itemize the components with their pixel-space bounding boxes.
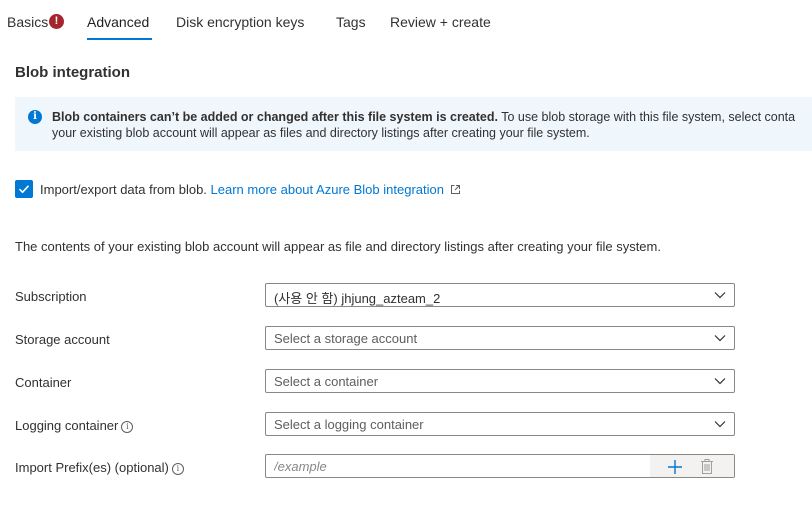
learn-more-link[interactable]: Learn more about Azure Blob integration — [211, 182, 444, 197]
import-prefix-label-text: Import Prefix(es) (optional) — [15, 460, 169, 475]
info-icon[interactable]: i — [121, 421, 134, 433]
banner-text-line2: your existing blob account will appear a… — [52, 126, 590, 140]
file-system-create-page: Basics ! Advanced Disk encryption keys T… — [0, 0, 812, 532]
import-prefix-field — [265, 454, 735, 478]
prefix-actions — [650, 455, 734, 477]
banner-bold-text: Blob containers can’t be added or change… — [52, 110, 498, 124]
chevron-down-icon — [714, 292, 726, 299]
chevron-down-icon — [714, 335, 726, 342]
import-export-text: Import/export data from blob. — [40, 182, 211, 197]
selected-tab-indicator — [87, 38, 152, 40]
add-icon[interactable] — [667, 459, 683, 475]
logging-container-dropdown[interactable]: Select a logging container — [265, 412, 735, 436]
tab-basics[interactable]: Basics — [7, 14, 48, 30]
subscription-value: (사용 안 함) jhjung_azteam_2 — [274, 291, 441, 306]
tab-review-create[interactable]: Review + create — [390, 14, 491, 30]
description-text: The contents of your existing blob accou… — [15, 239, 661, 254]
import-export-checkbox[interactable] — [15, 180, 33, 198]
external-link-icon[interactable] — [450, 183, 461, 198]
storage-account-dropdown[interactable]: Select a storage account — [265, 326, 735, 350]
container-dropdown[interactable]: Select a container — [265, 369, 735, 393]
logging-container-label: Logging container i — [15, 418, 134, 433]
import-prefix-label: Import Prefix(es) (optional) i — [15, 460, 184, 475]
subscription-label: Subscription — [15, 289, 87, 304]
section-title: Blob integration — [15, 64, 130, 81]
banner-text-line1: To use blob storage with this file syste… — [497, 110, 796, 124]
error-icon: ! — [49, 14, 64, 29]
logging-container-label-text: Logging container — [15, 418, 119, 433]
tab-advanced[interactable]: Advanced — [87, 14, 149, 30]
storage-account-label: Storage account — [15, 332, 110, 347]
chevron-down-icon — [714, 378, 726, 385]
subscription-dropdown[interactable]: (사용 안 함) jhjung_azteam_2 — [265, 283, 735, 307]
delete-icon[interactable] — [700, 458, 714, 475]
info-banner: i Blob containers can’t be added or chan… — [15, 97, 812, 151]
banner-text: Blob containers can’t be added or change… — [52, 109, 812, 141]
logging-container-placeholder: Select a logging container — [274, 417, 424, 432]
import-export-label: Import/export data from blob. Learn more… — [40, 182, 461, 198]
container-placeholder: Select a container — [274, 374, 379, 389]
chevron-down-icon — [714, 421, 726, 428]
tab-tags[interactable]: Tags — [336, 14, 366, 30]
container-label: Container — [15, 375, 72, 390]
info-icon: i — [28, 110, 42, 124]
checkmark-icon — [18, 185, 30, 194]
tab-disk-encryption-keys[interactable]: Disk encryption keys — [176, 14, 304, 30]
info-icon[interactable]: i — [171, 463, 184, 475]
import-prefix-input[interactable] — [266, 455, 651, 477]
storage-account-placeholder: Select a storage account — [274, 331, 418, 346]
tab-bar: Basics ! Advanced Disk encryption keys T… — [0, 0, 812, 46]
